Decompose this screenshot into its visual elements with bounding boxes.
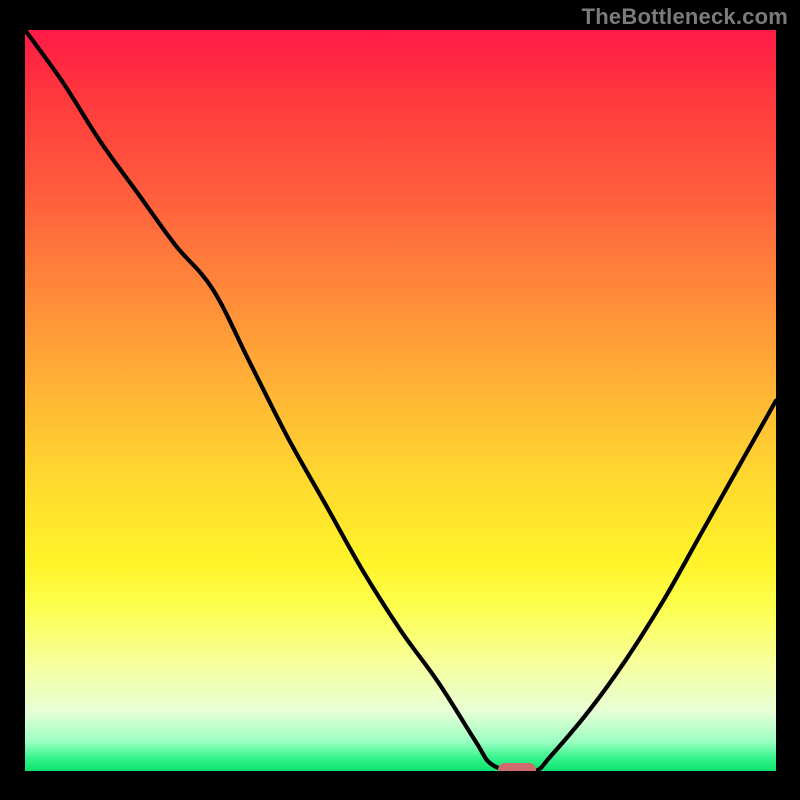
bottleneck-curve <box>25 30 776 771</box>
watermark-text: TheBottleneck.com <box>582 4 788 30</box>
frame-border <box>0 771 800 800</box>
frame-border <box>776 0 800 800</box>
frame-border <box>0 0 25 800</box>
chart-frame: TheBottleneck.com <box>0 0 800 800</box>
